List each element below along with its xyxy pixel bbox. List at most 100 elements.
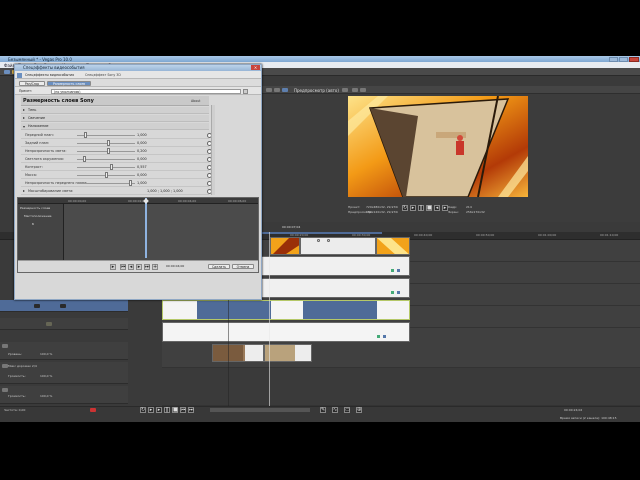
play-from-start-icon[interactable]: ▸ <box>148 407 154 413</box>
preview-settings-icon[interactable] <box>266 88 272 92</box>
param-value[interactable]: 0,000 <box>137 171 167 179</box>
zoom-tool-icon[interactable]: ⊕ <box>356 407 362 413</box>
param-slider-knob[interactable] <box>83 132 87 138</box>
param-value[interactable]: 1,000 <box>137 179 167 187</box>
audio-track-lane[interactable] <box>162 368 640 406</box>
preview-quality-icon[interactable] <box>282 88 288 92</box>
copy-snapshot-icon[interactable] <box>352 88 358 92</box>
cancel-button[interactable]: Отмена <box>232 264 254 269</box>
param-slider-knob[interactable] <box>104 172 108 178</box>
param-value[interactable]: 0,200 <box>137 147 167 155</box>
kf-last-icon[interactable]: ⏭ <box>144 264 150 270</box>
section-shadow[interactable]: Тень <box>21 107 209 114</box>
track-header[interactable] <box>0 318 128 330</box>
ok-button[interactable]: Сделать <box>208 264 230 269</box>
video-event-track2[interactable] <box>258 256 410 276</box>
section-layering[interactable]: Наложение <box>21 123 209 130</box>
audio-track-header[interactable]: Микс дорожек 2/4 Громкость: 100,0 % <box>0 362 128 384</box>
event-pan-crop-icon[interactable] <box>397 269 400 272</box>
video-event-track5[interactable] <box>162 322 410 342</box>
stop-icon[interactable]: ■ <box>172 407 178 413</box>
audio-volume-value[interactable]: 100,0 % <box>40 374 52 378</box>
save-snapshot-icon[interactable] <box>360 88 366 92</box>
go-to-end-icon[interactable]: ⏭ <box>188 407 194 413</box>
play-icon[interactable]: ▸ <box>410 205 416 211</box>
tab-pan-crop[interactable]: Pan/Crop <box>19 80 45 86</box>
save-preset-icon[interactable] <box>243 88 248 94</box>
prev-frame-icon[interactable]: ◂ <box>434 205 440 211</box>
new-icon[interactable] <box>4 70 10 74</box>
maximize-button[interactable] <box>619 56 628 62</box>
track-motion-icon[interactable] <box>34 304 40 308</box>
fade-handle-icon[interactable] <box>317 239 320 242</box>
overlays-icon[interactable] <box>342 88 348 92</box>
scroll-bar[interactable] <box>210 408 310 412</box>
kf-row-location[interactable]: Местоположение <box>24 214 64 218</box>
preset-dropdown[interactable]: (по умолчанию) <box>51 88 241 94</box>
param-slider-track[interactable] <box>77 182 135 184</box>
preview-quality-label[interactable]: Предпросмотр (авто) <box>294 88 339 93</box>
param-slider-knob[interactable] <box>110 164 113 170</box>
track-header-level[interactable]: Уровень: 100,0 % <box>0 342 128 360</box>
loop-icon[interactable]: ↻ <box>402 205 408 211</box>
track-collapse-icon[interactable] <box>2 388 8 392</box>
kf-row-b[interactable]: Б <box>32 222 62 226</box>
event-fx-icon[interactable] <box>377 335 380 338</box>
event-fx-icon[interactable] <box>391 269 394 272</box>
kf-add-icon[interactable]: + <box>152 264 158 270</box>
track-level-value[interactable]: 100,0 % <box>40 352 52 356</box>
video-event-white[interactable] <box>300 237 376 255</box>
audio-track-header-2[interactable]: Громкость: 100,0 % <box>0 386 128 404</box>
param-scale-value[interactable]: 1,000 ; 1,000 ; 1,000 <box>147 187 183 195</box>
track-header-selected[interactable] <box>0 300 128 312</box>
param-slider-knob[interactable] <box>129 180 133 186</box>
kf-cursor[interactable] <box>145 198 147 258</box>
minimize-button[interactable] <box>609 56 618 62</box>
param-slider-knob[interactable] <box>82 156 86 162</box>
play-icon[interactable]: ▸ <box>156 407 162 413</box>
kf-next-icon[interactable]: ▸ <box>136 264 142 270</box>
video-event-street[interactable] <box>212 344 264 362</box>
event-fx-icon[interactable] <box>391 291 394 294</box>
kf-row-layer[interactable]: Размерность слоев <box>20 206 64 210</box>
event-pan-crop-icon[interactable] <box>383 335 386 338</box>
event-pan-crop-icon[interactable] <box>397 291 400 294</box>
video-event-street-2[interactable] <box>264 344 312 362</box>
param-slider-track[interactable] <box>77 150 135 152</box>
envelope-tool-icon[interactable]: ∿ <box>332 407 338 413</box>
pause-icon[interactable]: ‖ <box>418 205 424 211</box>
param-slider-track[interactable] <box>77 158 135 160</box>
split-screen-icon[interactable] <box>274 88 280 92</box>
param-slider-track[interactable] <box>77 166 135 168</box>
pause-icon[interactable]: ‖ <box>164 407 170 413</box>
fade-handle-icon[interactable] <box>327 239 330 242</box>
record-icon[interactable] <box>90 408 96 412</box>
kf-first-icon[interactable]: ⏮ <box>120 264 126 270</box>
section-glow[interactable]: Свечение <box>21 115 209 122</box>
loop-playback-icon[interactable]: ↻ <box>140 407 146 413</box>
window-close-button[interactable] <box>629 56 639 62</box>
param-slider-knob[interactable] <box>107 140 111 146</box>
param-value[interactable]: 0,000 <box>137 139 167 147</box>
stop-icon[interactable]: ■ <box>426 205 432 211</box>
loop-region-bar[interactable] <box>262 232 382 234</box>
expand-icon[interactable] <box>23 189 25 192</box>
video-event-track3[interactable] <box>258 278 410 298</box>
param-value[interactable]: 0,557 <box>137 163 167 171</box>
param-value[interactable]: 1,000 <box>137 131 167 139</box>
param-value[interactable]: 0,000 <box>137 155 167 163</box>
go-to-start-icon[interactable]: ⏮ <box>180 407 186 413</box>
kf-play-icon[interactable]: ▸ <box>110 264 116 270</box>
playhead-cursor[interactable] <box>269 232 270 406</box>
edit-tool-icon[interactable]: ✎ <box>320 407 326 413</box>
audio-volume-value[interactable]: 100,0 % <box>40 394 52 398</box>
audio-track-name[interactable]: Микс дорожек 2/4 <box>8 364 37 368</box>
kf-prev-icon[interactable]: ◂ <box>128 264 134 270</box>
video-event-fire[interactable] <box>270 237 300 255</box>
param-slider-knob[interactable] <box>107 148 111 154</box>
track-fx-icon[interactable] <box>60 304 66 308</box>
tab-layer-dimensionality[interactable]: Размерность слоев <box>47 80 91 86</box>
about-link[interactable]: About <box>191 99 200 103</box>
kf-time[interactable]: 00:00:04;00 <box>166 264 184 268</box>
dialog-close-button[interactable]: × <box>251 65 260 70</box>
